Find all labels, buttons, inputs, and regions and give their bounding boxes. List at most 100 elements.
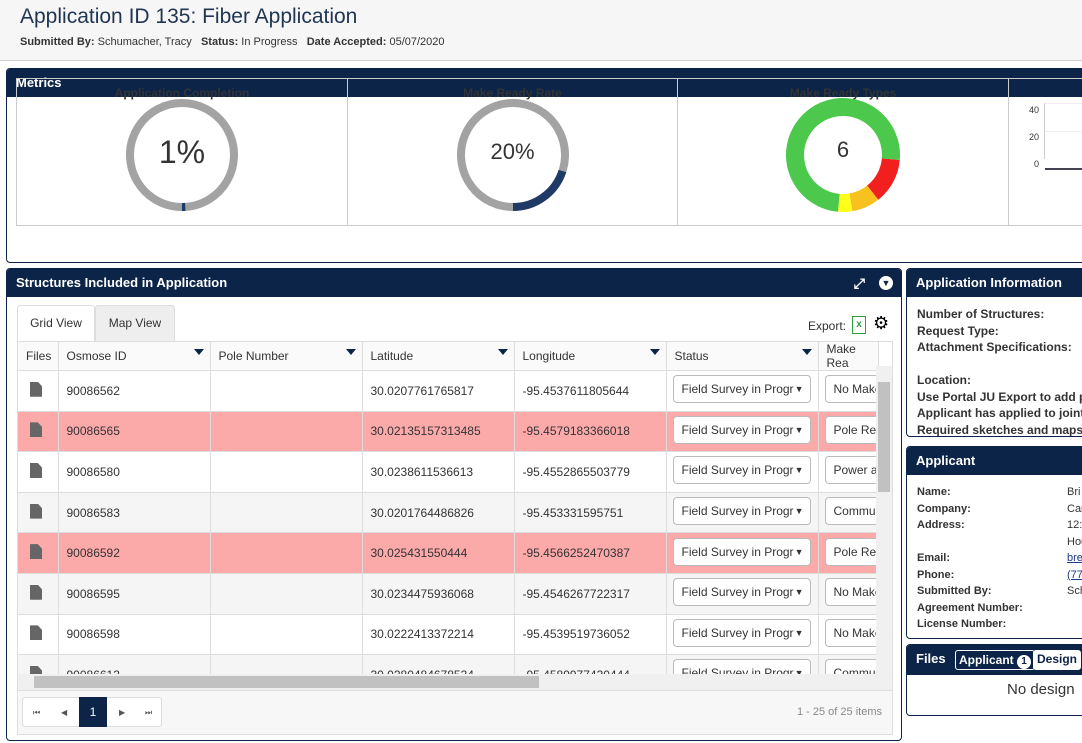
table-row[interactable]: 90086583 30.0201764486826 -95.4533315957… [18, 492, 879, 534]
latitude: 30.0207761765817 [362, 370, 515, 412]
last-page-icon[interactable]: ⏭ [145, 708, 152, 718]
tab-applicant-files[interactable]: Applicant 1 [955, 650, 1036, 670]
column-label: Latitude [370, 349, 414, 363]
make-ready-select[interactable]: Power a [824, 456, 877, 485]
make-ready-select[interactable]: No Make [824, 618, 878, 647]
status-select[interactable]: Field Survey in Progr▼ [672, 497, 811, 526]
page-1-button[interactable]: 1 [79, 697, 107, 727]
latitude: 30.02135157313485 [362, 411, 515, 453]
make-ready-select[interactable]: Pole Rep [824, 537, 877, 566]
info-line: Required sketches and maps [917, 422, 1082, 437]
applicant-field-value[interactable]: (77 [1067, 567, 1082, 584]
tab-map-view[interactable]: Map View [95, 305, 175, 341]
file-icon[interactable] [30, 584, 42, 600]
make-ready-types-value: 6 [836, 137, 850, 162]
latitude: 30.0234475936068 [362, 573, 515, 615]
expand-icon[interactable]: ⤢ [854, 269, 865, 297]
file-icon[interactable] [30, 381, 42, 397]
file-icon[interactable] [30, 503, 42, 519]
latitude: 30.0201764486826 [362, 492, 515, 534]
osmose-id: 90086592 [58, 532, 211, 574]
filter-icon[interactable] [345, 349, 356, 355]
status-select[interactable]: Field Survey in Progr▼ [672, 578, 811, 607]
status-select[interactable]: Field Survey in Progr▼ [672, 375, 811, 404]
collapse-icon[interactable]: ▼ [879, 276, 893, 290]
pole-number [210, 532, 363, 574]
status-select[interactable]: Field Survey in Progr▼ [672, 415, 811, 444]
files-empty-message: No design [1007, 681, 1075, 698]
table-row[interactable]: 90086565 30.02135157313485 -95.457918336… [18, 411, 879, 453]
column-header[interactable]: Pole Number [210, 342, 363, 371]
status-select[interactable]: Field Survey in Progr▼ [672, 618, 811, 647]
next-page-icon[interactable]: ▶ [119, 708, 125, 717]
column-header[interactable]: Files [18, 342, 59, 371]
tab-design-files[interactable]: Design [1033, 650, 1082, 670]
dropdown-arrow-icon: ▼ [794, 465, 804, 476]
table-row[interactable]: 90086598 30.0222413372214 -95.4539519736… [18, 614, 879, 656]
applicant-field-value: Sch [1067, 585, 1082, 597]
column-header[interactable]: Status [666, 342, 819, 371]
make-ready-value: No Make [833, 625, 878, 640]
applicant-field-value: Bri [1067, 486, 1081, 498]
make-ready-select[interactable]: No Make [824, 375, 877, 404]
make-ready-rate-value: 20% [490, 139, 535, 164]
structures-grid: Files Osmose ID Pole Number Latitude Longitu… [17, 341, 893, 691]
donut-value [512, 169, 566, 211]
make-ready-select[interactable]: Commun [824, 497, 877, 526]
column-header[interactable]: Osmose ID [58, 342, 211, 371]
file-icon[interactable] [30, 462, 42, 478]
first-page-icon[interactable]: ⏮ [33, 708, 40, 718]
excel-export-icon[interactable]: x [852, 316, 866, 334]
applicant-field-label: Email: [917, 552, 951, 564]
applicant-field-label: License Number: [917, 618, 1007, 630]
dropdown-arrow-icon: ▼ [794, 546, 804, 557]
filter-icon[interactable] [801, 349, 812, 355]
file-icon[interactable] [30, 422, 42, 438]
prev-page-icon[interactable]: ◀ [61, 708, 67, 717]
column-header[interactable]: Longitude [514, 342, 667, 371]
horizontal-scrollbar[interactable] [18, 674, 892, 690]
dropdown-arrow-icon: ▼ [794, 587, 804, 598]
filter-icon[interactable] [649, 349, 660, 355]
completion-value: 1% [158, 134, 206, 170]
table-row[interactable]: 90086580 30.0238611536613 -95.4552865503… [18, 451, 879, 493]
longitude: -95.4537611805644 [514, 370, 667, 412]
file-icon[interactable] [30, 544, 42, 560]
make-ready-rate-card: Make Ready Rate 20% [347, 78, 678, 226]
applicant-field-value: Car [1067, 502, 1082, 515]
longitude: -95.4539519736052 [514, 614, 667, 656]
make-ready-select[interactable]: No Make [824, 578, 878, 607]
table-row[interactable]: 90086562 30.0207761765817 -95.4537611805… [18, 370, 879, 412]
make-ready-value: No Make [833, 585, 878, 600]
file-icon[interactable] [30, 625, 42, 641]
y-tick: 20 [1028, 132, 1039, 142]
structures-panel: Structures Included in Application ⤢ ▼ G… [6, 268, 902, 741]
status-value: Field Survey in Progr [681, 504, 794, 519]
applicant-field-label: Company: [917, 502, 971, 515]
applicant-field-value[interactable]: bre [1067, 550, 1082, 567]
page-title: Application ID 135: Fiber Application [20, 5, 358, 28]
vertical-scrollbar[interactable] [876, 366, 892, 676]
tab-grid-view[interactable]: Grid View [17, 305, 95, 341]
table-row[interactable]: 90086592 30.025431550444 -95.45662524703… [18, 532, 879, 574]
page-header: Application ID 135: Fiber Application Su… [0, 0, 1082, 61]
filter-icon[interactable] [193, 349, 204, 355]
dropdown-arrow-icon: ▼ [794, 506, 804, 517]
applicant-panel: Applicant Name: Bri Company: Car Address: 12:… [906, 446, 1082, 639]
status-select[interactable]: Field Survey in Progr▼ [672, 456, 811, 485]
filter-icon[interactable] [497, 349, 508, 355]
applicant-field-value: Hou [1067, 535, 1082, 548]
column-header[interactable]: Make Rea [818, 342, 879, 371]
gear-icon[interactable]: ⚙ [873, 313, 889, 334]
longitude: -95.4546267722317 [514, 573, 667, 615]
dropdown-arrow-icon: ▼ [794, 424, 804, 435]
status-select[interactable]: Field Survey in Progr▼ [672, 537, 811, 566]
column-header[interactable]: Latitude [362, 342, 515, 371]
osmose-id: 90086598 [58, 614, 211, 656]
application-info-panel: Application Information Number of Struct… [906, 268, 1082, 437]
table-row[interactable]: 90086595 30.0234475936068 -95.4546267722… [18, 573, 879, 615]
make-ready-select[interactable]: Pole Rep [824, 415, 877, 444]
date-label: Date Accepted: [306, 36, 387, 48]
donut-segment [866, 157, 900, 200]
pager: ⏮ ◀ 1 ▶ ⏭ 1 - 25 of 25 items [17, 691, 893, 735]
